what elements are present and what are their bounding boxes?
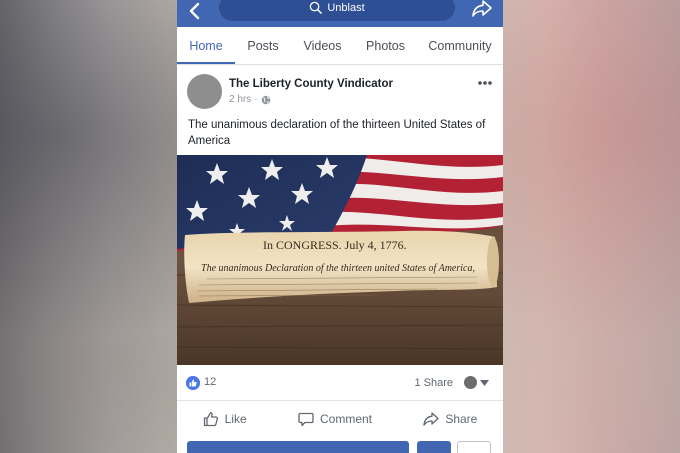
scroll-title-text: The unanimous Declaration of the thirtee… (201, 263, 475, 274)
messenger-button[interactable] (417, 441, 451, 453)
top-bar: Unblast (177, 0, 503, 27)
page-avatar[interactable] (187, 74, 222, 109)
search-text: Unblast (327, 1, 365, 14)
share-count[interactable]: 1 Share (414, 377, 453, 389)
post-header: The Liberty County Vindicator 2 hrs · Th… (177, 66, 503, 154)
comment-icon (298, 412, 314, 427)
like-count[interactable]: 12 (204, 376, 216, 388)
chevron-down-icon[interactable] (480, 380, 489, 386)
tab-posts[interactable]: Posts (235, 27, 291, 64)
post-image[interactable]: In CONGRESS. July 4, 1776. The unanimous… (177, 155, 503, 365)
search-icon (310, 1, 323, 14)
like-button[interactable]: Like (203, 411, 247, 427)
post-meta: 2 hrs · (229, 94, 271, 105)
comment-button[interactable]: Comment (298, 411, 372, 427)
tab-photos[interactable]: Photos (354, 27, 417, 64)
globe-icon (261, 95, 270, 104)
tab-community[interactable]: Community (417, 27, 503, 64)
like-label: Like (224, 412, 247, 426)
comment-label: Comment (319, 412, 372, 426)
more-dots-icon[interactable] (477, 80, 493, 86)
scroll-header-text: In CONGRESS. July 4, 1776. (263, 238, 407, 252)
back-arrow-icon[interactable] (187, 2, 203, 20)
share-arrow-icon[interactable] (471, 0, 493, 18)
thumbs-up-icon (203, 412, 218, 427)
share-icon (423, 412, 439, 426)
share-button[interactable]: Share (423, 411, 477, 427)
more-options-button[interactable] (457, 441, 491, 453)
viewer-avatar[interactable] (464, 376, 477, 389)
tab-videos[interactable]: Videos (291, 27, 354, 64)
share-label: Share (445, 412, 478, 426)
phone-screen: Unblast Home Posts Videos Photos Communi… (177, 0, 503, 453)
post-actions: Like Comment Share (177, 402, 503, 436)
bottom-buttons (177, 441, 503, 453)
primary-action-button[interactable] (187, 441, 409, 453)
reactions-bar: 12 1 Share (177, 365, 503, 401)
search-bar[interactable]: Unblast (219, 0, 455, 21)
page-tabs: Home Posts Videos Photos Community (177, 27, 503, 65)
tab-home[interactable]: Home (177, 27, 235, 64)
like-reaction-icon[interactable] (186, 376, 200, 390)
page-name[interactable]: The Liberty County Vindicator (229, 78, 393, 90)
post-time[interactable]: 2 hrs (229, 94, 251, 105)
meta-separator: · (254, 94, 258, 105)
post-text: The unanimous declaration of the thirtee… (188, 119, 486, 147)
